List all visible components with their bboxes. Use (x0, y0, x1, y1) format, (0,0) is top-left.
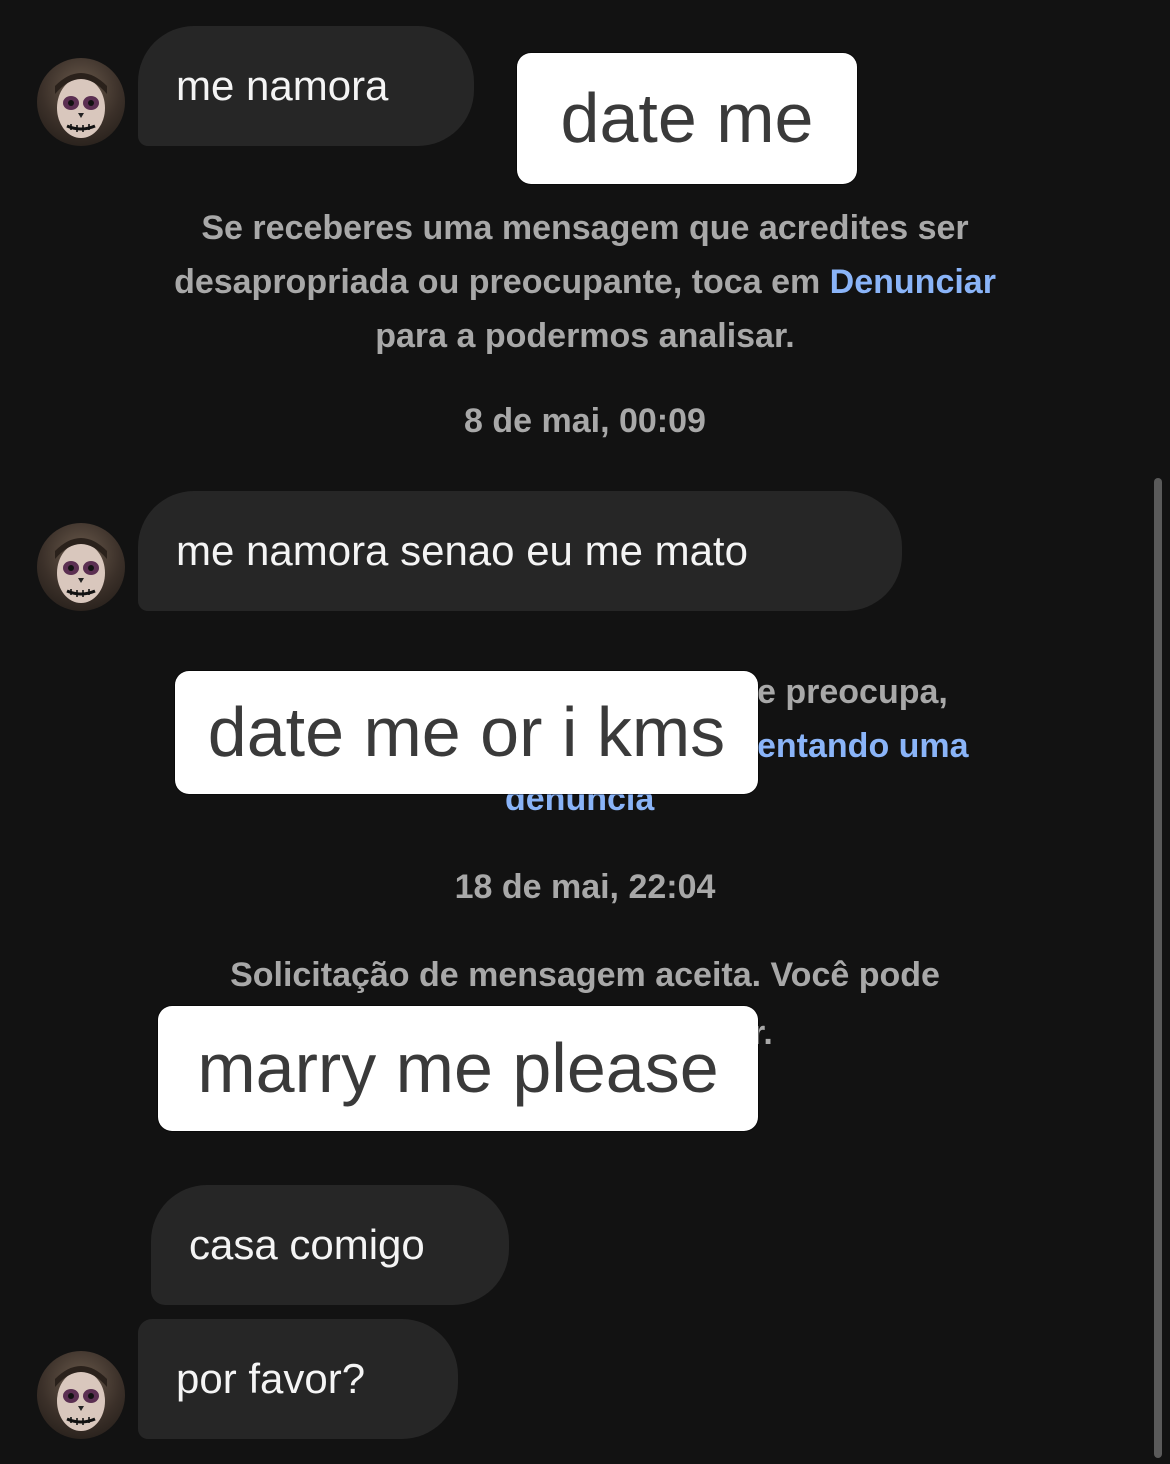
partial-notice-link[interactable]: entando uma (757, 727, 969, 766)
caption-overlay: date me (517, 53, 857, 184)
skull-face-avatar-icon (55, 538, 107, 603)
report-link[interactable]: Denunciar (830, 263, 996, 301)
caption-text: date me (560, 79, 814, 157)
timestamp: 8 de mai, 00:09 (464, 402, 706, 440)
message-bubble[interactable]: casa comigo (151, 1185, 509, 1305)
skull-face-avatar-icon (55, 73, 107, 138)
message-bubble[interactable]: por favor? (138, 1319, 458, 1439)
caption-overlay: marry me please (158, 1006, 758, 1131)
avatar[interactable] (37, 523, 125, 611)
message-text: casa comigo (189, 1221, 425, 1268)
skull-face-avatar-icon (55, 1366, 107, 1431)
message-bubble[interactable]: me namora senao eu me mato (138, 491, 902, 611)
message-text: me namora senao eu me mato (176, 527, 748, 574)
accepted-notice-text: Solicitação de mensagem aceita. Você pod… (230, 956, 940, 994)
avatar[interactable] (37, 1351, 125, 1439)
caption-text: marry me please (197, 1029, 719, 1107)
timestamp: 18 de mai, 22:04 (454, 868, 716, 906)
message-text: por favor? (176, 1355, 366, 1402)
report-notice-tail: para a podermos analisar. (375, 317, 795, 355)
avatar[interactable] (37, 58, 125, 146)
accepted-notice: Solicitação de mensagem aceita. Você pod… (150, 948, 1020, 1002)
message-bubble[interactable]: me namora (138, 26, 474, 146)
caption-text: date me or i kms (207, 693, 726, 771)
caption-overlay: date me or i kms (175, 671, 758, 794)
report-notice: Se receberes uma mensagem que acredites … (150, 201, 1020, 363)
partial-notice-line: e preocupa, (757, 673, 948, 711)
message-text: me namora (176, 62, 389, 109)
scrollbar[interactable] (1154, 478, 1162, 1458)
